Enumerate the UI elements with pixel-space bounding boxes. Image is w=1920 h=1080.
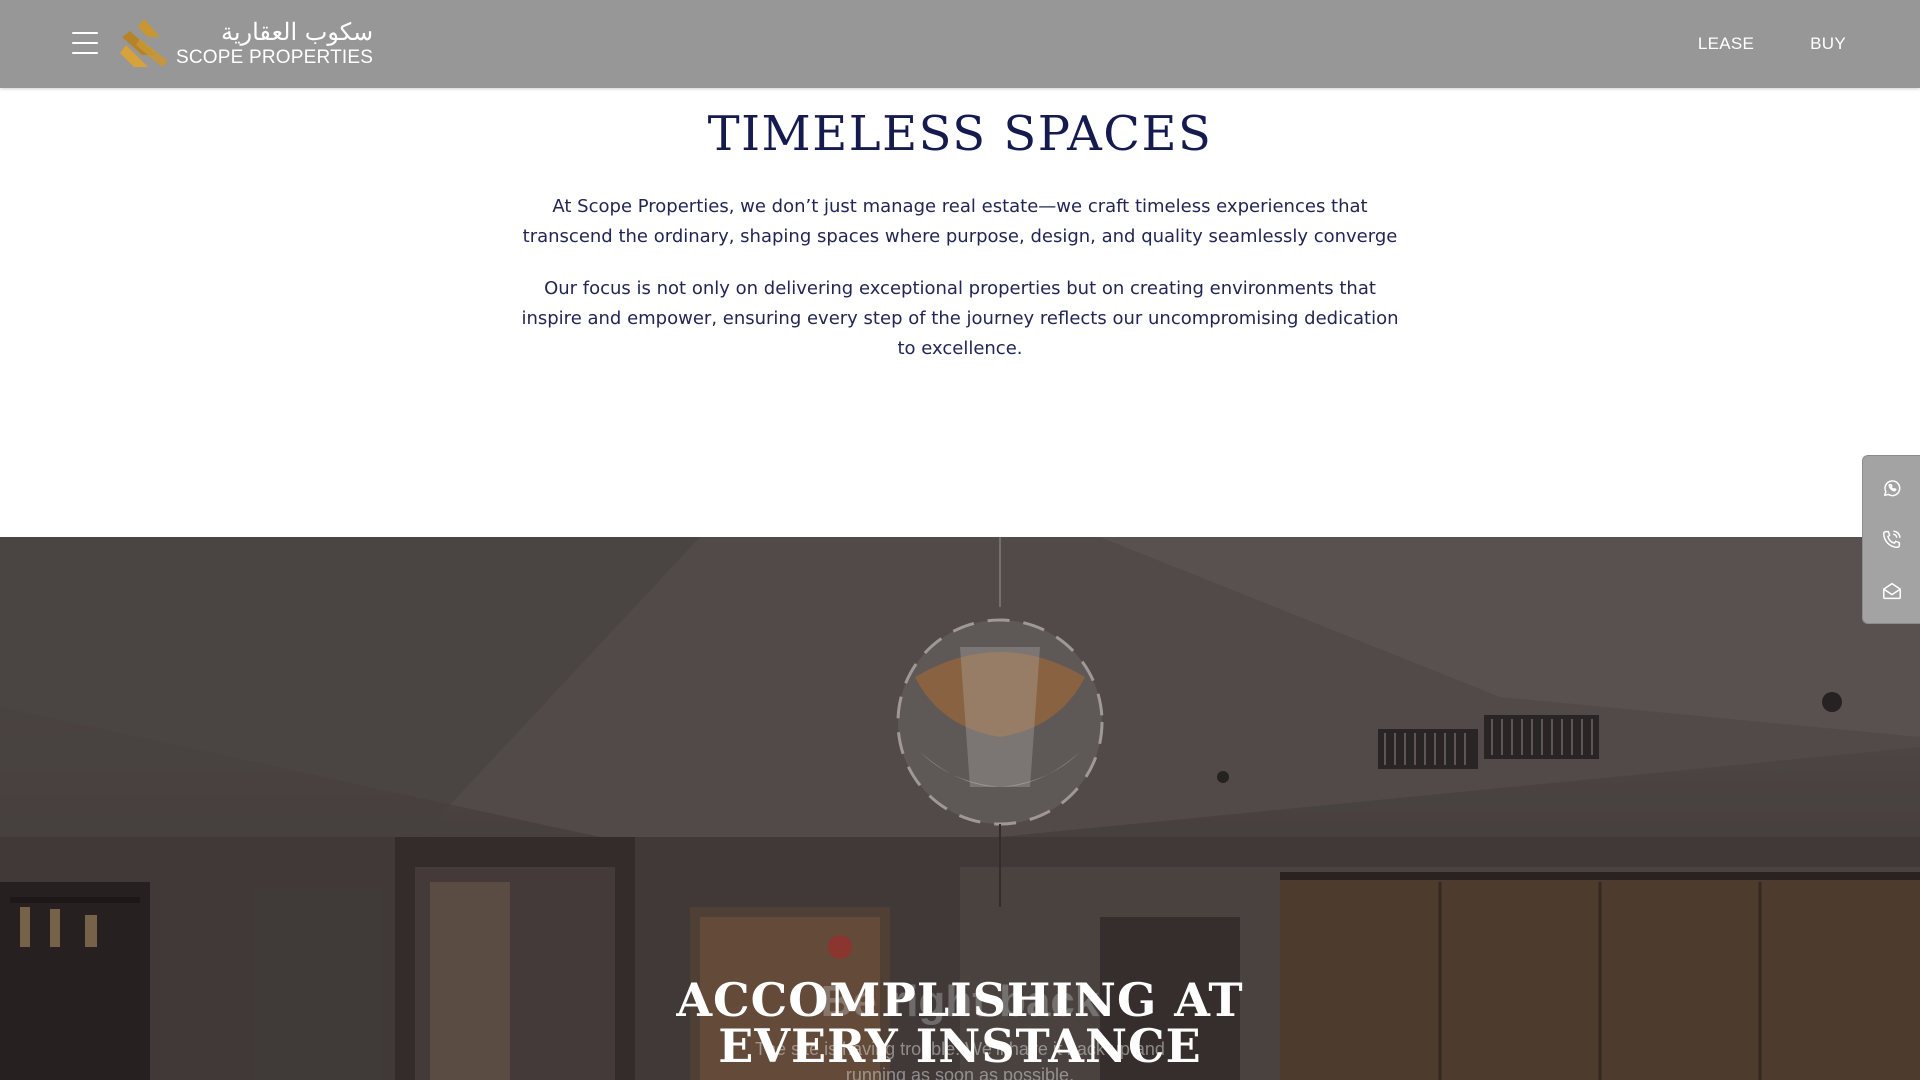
whatsapp-icon [1883,480,1900,497]
hamburger-menu-icon[interactable] [72,32,98,54]
intro-paragraph: Our focus is not only on delivering exce… [521,278,1399,359]
hero-title-line: EVERY INSTANCE [718,1019,1202,1073]
logo-text: سكوب العقارية SCOPE PROPERTIES [176,20,373,67]
logo-english-text: SCOPE PROPERTIES [176,46,374,68]
contact-sidebar [1862,455,1920,624]
nav-buy-link[interactable]: BUY [1810,34,1846,54]
nav-lease-link[interactable]: LEASE [1698,34,1754,54]
email-icon [1882,583,1901,600]
main-nav: LEASE BUY [1698,0,1846,88]
logo[interactable]: سكوب العقارية SCOPE PROPERTIES [118,14,373,72]
logo-arabic-text: سكوب العقارية [220,17,374,46]
logo-mark-icon [120,19,168,67]
email-button[interactable] [1877,576,1907,606]
hero-title: ACCOMPLISHING AT EVERY INSTANCE [0,977,1920,1069]
intro-paragraph: At Scope Properties, we don’t just manag… [522,196,1398,247]
intro-section: TIMELESS SPACES At Scope Properties, we … [0,88,1920,537]
site-header: سكوب العقارية SCOPE PROPERTIES LEASE BUY [0,0,1920,88]
whatsapp-button[interactable] [1877,473,1907,503]
phone-icon [1882,530,1901,549]
intro-body: At Scope Properties, we don’t just manag… [520,192,1400,364]
hero-section: Be right back The site is having trouble… [0,537,1920,1080]
phone-button[interactable] [1877,524,1907,554]
section-title: TIMELESS SPACES [707,106,1213,162]
